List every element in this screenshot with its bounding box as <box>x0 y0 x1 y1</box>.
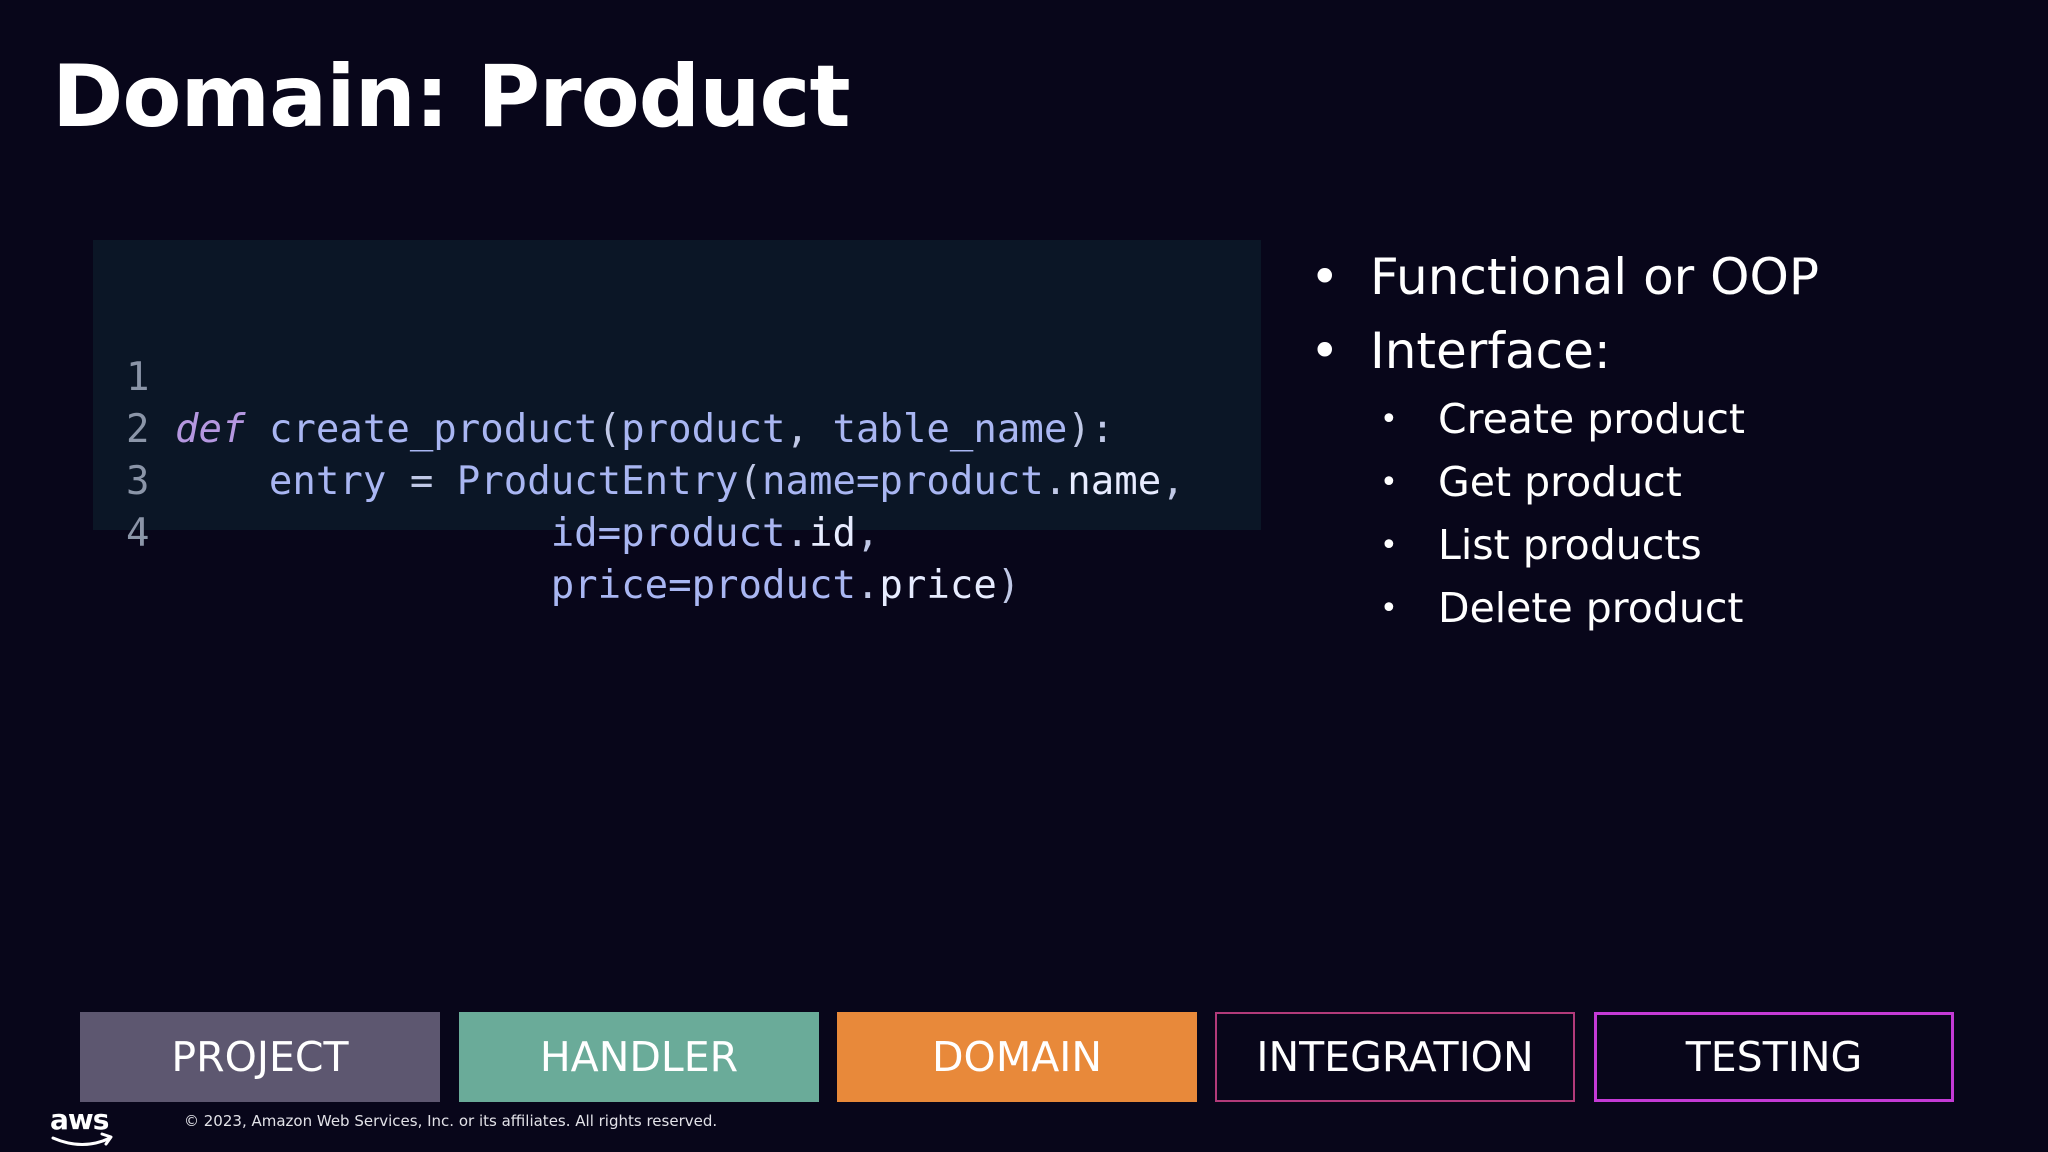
bullet-icon: • <box>1310 248 1340 306</box>
code-line-2: 2 entry = ProductEntry(name=product.name… <box>93 352 1261 504</box>
aws-logo: aws <box>50 1103 118 1149</box>
argument: id=product <box>550 511 786 556</box>
code-text: price=product.price) <box>175 560 1021 612</box>
copyright-text: © 2023, Amazon Web Services, Inc. or its… <box>184 1112 718 1130</box>
code-line-1: 1 def create_product(product, table_name… <box>93 300 1261 452</box>
code-line-3: 3 id=product.id, <box>93 404 1261 556</box>
bullet-text: Functional or OOP <box>1370 248 1819 306</box>
nav-testing[interactable]: TESTING <box>1594 1012 1954 1102</box>
dot: . <box>855 563 880 608</box>
paren-close: ) <box>996 563 1021 608</box>
dot: . <box>785 511 809 556</box>
attribute: price <box>879 563 997 608</box>
sub-bullet-text: Delete product <box>1438 584 1744 632</box>
sub-bullet-text: List products <box>1438 521 1702 569</box>
nav-handler[interactable]: HANDLER <box>459 1012 819 1102</box>
attribute: id <box>808 511 856 556</box>
bullet-icon: • <box>1380 402 1398 437</box>
bullet-icon: • <box>1380 465 1398 500</box>
bullet-icon: • <box>1310 322 1340 380</box>
bullet-text: Interface: <box>1370 322 1611 380</box>
slide-title: Domain: Product <box>52 47 851 147</box>
bullet-icon: • <box>1380 591 1398 626</box>
comma: , <box>855 511 880 556</box>
code-text: id=product.id, <box>175 508 880 560</box>
sub-bullet-text: Create product <box>1438 395 1745 443</box>
bullet-icon: • <box>1380 528 1398 563</box>
sub-bullet-text: Get product <box>1438 458 1682 506</box>
smile-arrow-icon <box>51 1132 113 1146</box>
code-line-4: 4 price=product.price) <box>93 456 1261 608</box>
code-block: 1 def create_product(product, table_name… <box>93 240 1261 608</box>
nav-project[interactable]: PROJECT <box>80 1012 440 1102</box>
nav-domain[interactable]: DOMAIN <box>837 1012 1197 1102</box>
nav-integration[interactable]: INTEGRATION <box>1215 1012 1575 1102</box>
line-number: 4 <box>126 511 150 556</box>
argument: price=product <box>550 563 856 608</box>
